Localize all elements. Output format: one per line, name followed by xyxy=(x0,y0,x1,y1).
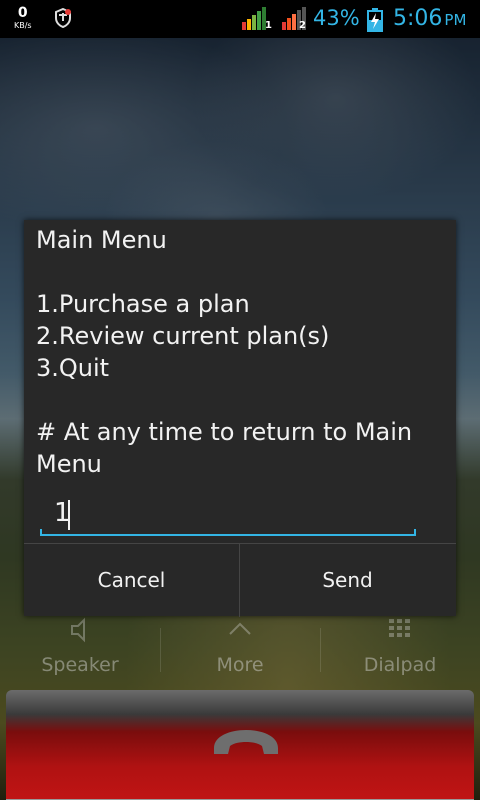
cancel-button[interactable]: Cancel xyxy=(24,544,240,617)
more-button[interactable]: More xyxy=(160,608,320,688)
dialpad-label: Dialpad xyxy=(363,654,437,676)
clock-ampm: PM xyxy=(444,11,467,29)
sim1-label: 1 xyxy=(265,20,272,31)
clock-time: 5:06 xyxy=(393,6,443,31)
ussd-dialog: Main Menu 1.Purchase a plan 2.Review cur… xyxy=(24,220,456,617)
shield-icon xyxy=(55,8,71,28)
speaker-icon xyxy=(71,617,85,643)
dialog-button-row: Cancel Send xyxy=(24,543,456,617)
speaker-label: Speaker xyxy=(41,654,119,676)
network-speed-unit: KB/s xyxy=(14,21,32,30)
ussd-response-input[interactable]: 1 xyxy=(40,496,416,536)
chevron-up-icon xyxy=(229,622,251,635)
dialpad-icon xyxy=(389,619,410,637)
ussd-message: Main Menu 1.Purchase a plan 2.Review cur… xyxy=(36,226,413,478)
end-call-button[interactable] xyxy=(6,690,474,800)
network-speed: 0 KB/s xyxy=(14,6,32,30)
network-speed-value: 0 xyxy=(17,5,28,21)
clock: 5:06 PM xyxy=(393,6,466,31)
signal-sim2-icon xyxy=(282,7,306,30)
status-bar: 0 KB/s 1 2 43% 5:06 PM xyxy=(0,0,480,38)
battery-percent: 43% xyxy=(313,6,360,30)
send-button[interactable]: Send xyxy=(240,544,455,617)
input-underline xyxy=(40,534,416,536)
more-label: More xyxy=(216,654,264,676)
in-call-controls: Speaker More Dialpad xyxy=(0,608,480,688)
speaker-button[interactable]: Speaker xyxy=(0,608,160,688)
dialpad-button[interactable]: Dialpad xyxy=(320,608,480,688)
battery-charging-icon xyxy=(367,8,383,32)
end-call-icon xyxy=(214,730,278,754)
text-cursor xyxy=(68,500,70,530)
sim2-label: 2 xyxy=(299,20,306,31)
